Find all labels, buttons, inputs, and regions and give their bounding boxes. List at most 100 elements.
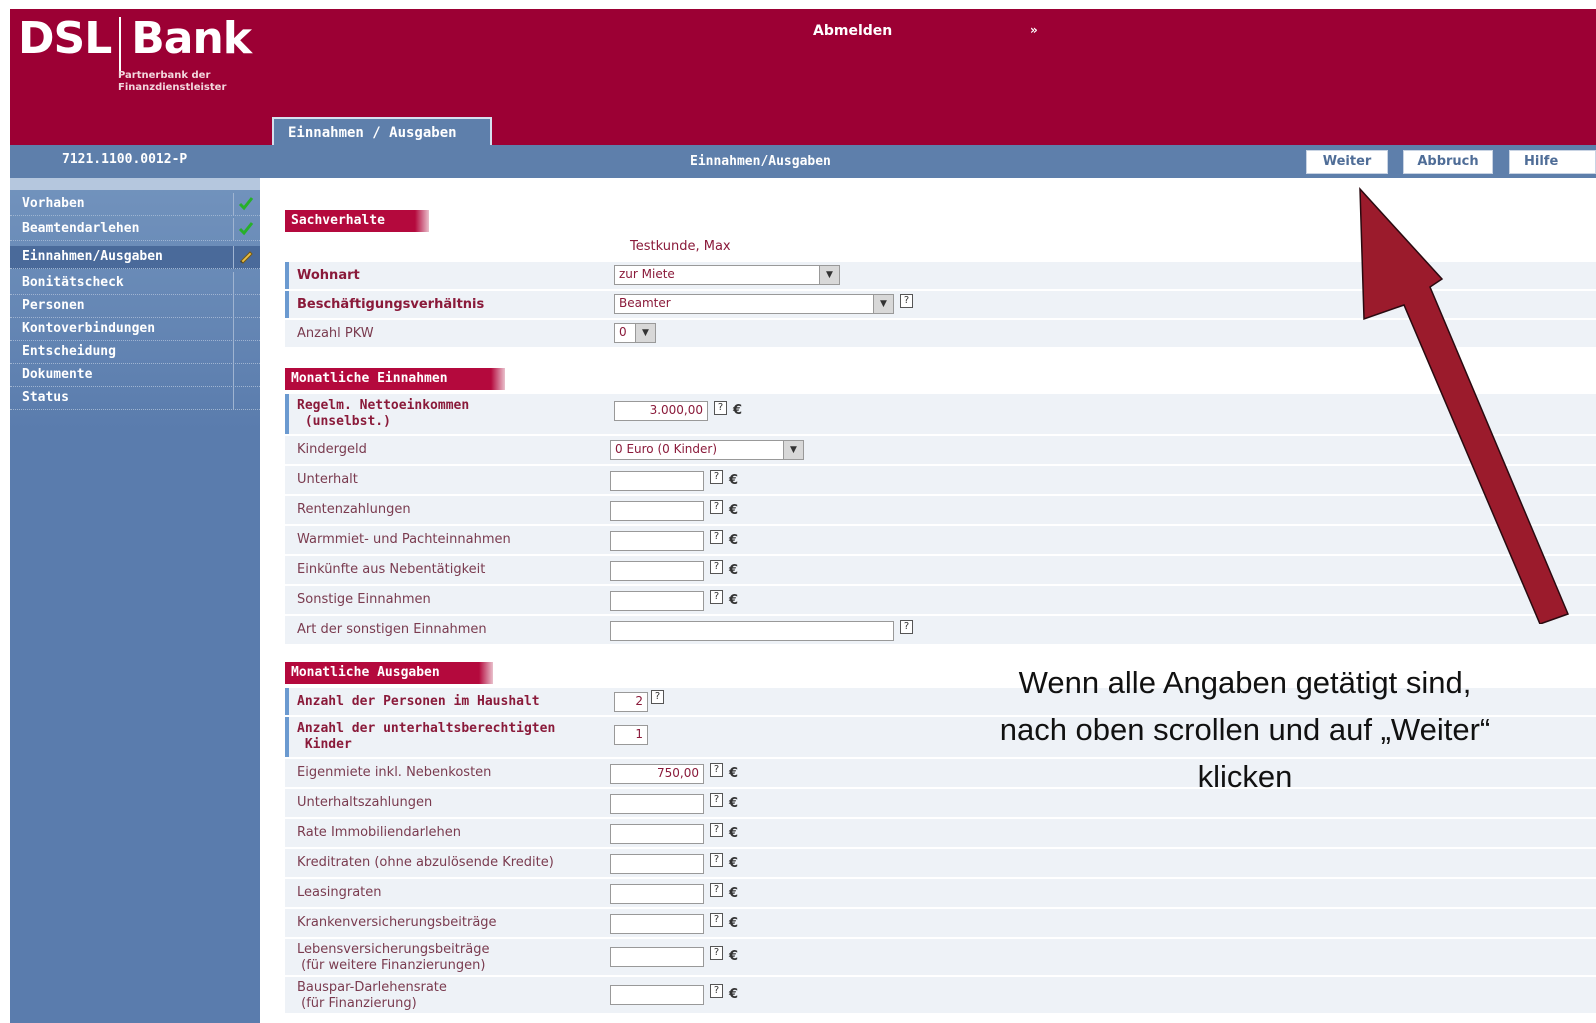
help-icon[interactable]: ? [710, 590, 723, 604]
kranken-label: Krankenversicherungsbeiträge [297, 915, 497, 930]
neben-label: Einkünfte aus Nebentätigkeit [297, 562, 486, 577]
help-icon[interactable]: ? [710, 946, 723, 960]
netto-input[interactable]: 3.000,00 [614, 401, 708, 421]
euro-sign: € [729, 593, 739, 608]
unterhaltszahlungen-input[interactable] [610, 794, 704, 814]
pkw-select[interactable]: 0 ▼ [614, 323, 656, 343]
euro-sign: € [729, 796, 739, 811]
sonstige-input[interactable] [610, 591, 704, 611]
euro-sign: € [729, 766, 739, 781]
double-arrow-icon[interactable]: » [1030, 23, 1038, 37]
help-icon[interactable]: ? [710, 823, 723, 837]
personen-input[interactable]: 2 [614, 692, 648, 712]
annotation-line-2: nach oben scrollen und auf „Weiter“ [999, 712, 1491, 747]
form-row-rate: Rate Immobiliendarlehen ? € [285, 819, 1596, 847]
kinder-input[interactable]: 1 [614, 725, 648, 745]
hilfe-button[interactable]: Hilfe [1509, 150, 1596, 174]
eigenmiete-label: Eigenmiete inkl. Nebenkosten [297, 765, 492, 780]
pencil-icon [240, 251, 253, 264]
bauspar-input[interactable] [610, 985, 704, 1005]
beschaeftigung-label: Beschäftigungsverhältnis [297, 297, 485, 312]
personen-label: Anzahl der Personen im Haushalt [297, 694, 540, 709]
help-icon[interactable]: ? [900, 620, 913, 634]
help-icon[interactable]: ? [710, 500, 723, 514]
kranken-input[interactable] [610, 914, 704, 934]
chevron-down-icon: ▼ [819, 266, 839, 284]
help-icon[interactable]: ? [900, 294, 913, 308]
sidebar-item-label: Entscheidung [22, 344, 116, 359]
help-icon[interactable]: ? [710, 913, 723, 927]
euro-sign: € [729, 533, 739, 548]
logo-text-dsl: DSL [18, 13, 112, 64]
sidebar-item-label: Bonitätscheck [22, 275, 124, 290]
euro-sign: € [729, 856, 739, 871]
euro-sign: € [733, 403, 743, 418]
euro-sign: € [729, 563, 739, 578]
help-icon[interactable]: ? [710, 984, 723, 998]
help-icon[interactable]: ? [710, 560, 723, 574]
sidebar-item-vorhaben[interactable]: Vorhaben [10, 193, 260, 216]
annotation-text: Wenn alle Angaben getätigt sind, nach ob… [950, 659, 1540, 800]
kredit-input[interactable] [610, 854, 704, 874]
sidebar-item-dokumente[interactable]: Dokumente [10, 364, 260, 387]
help-icon[interactable]: ? [710, 763, 723, 777]
help-icon[interactable]: ? [651, 690, 664, 704]
sidebar-item-label: Vorhaben [22, 196, 85, 211]
annotation-line-1: Wenn alle Angaben getätigt sind, [1018, 665, 1472, 700]
unterhaltszahlungen-label: Unterhaltszahlungen [297, 795, 433, 810]
app-window: DSL Bank Partnerbank der Finanzdienstlei… [10, 9, 1596, 1023]
art-input[interactable] [610, 621, 894, 641]
form-row-leben: Lebensversicherungsbeiträge (für weitere… [285, 939, 1596, 975]
warmmiet-input[interactable] [610, 531, 704, 551]
sidebar-item-bonitaetscheck[interactable]: Bonitätscheck [10, 272, 260, 295]
sidebar-item-entscheidung[interactable]: Entscheidung [10, 341, 260, 364]
help-icon[interactable]: ? [710, 883, 723, 897]
sidebar: Vorhaben Beamtendarlehen Einnahmen/Ausga… [10, 178, 260, 1023]
sidebar-item-einnahmen-ausgaben[interactable]: Einnahmen/Ausgaben [10, 246, 260, 269]
sidebar-item-kontoverbindungen[interactable]: Kontoverbindungen [10, 318, 260, 341]
title-bar: 7121.1100.0012-P Einnahmen/Ausgaben Weit… [10, 145, 1596, 178]
beschaeftigung-select[interactable]: Beamter ▼ [614, 294, 894, 314]
logo-subtitle-1: Partnerbank der [118, 70, 211, 81]
form-row-bauspar: Bauspar-Darlehensrate (für Finanzierung)… [285, 977, 1596, 1013]
sidebar-item-label: Einnahmen/Ausgaben [22, 249, 163, 264]
eigenmiete-input[interactable]: 750,00 [610, 764, 704, 784]
tab-einnahmen-ausgaben[interactable]: Einnahmen / Ausgaben [272, 117, 492, 147]
help-icon[interactable]: ? [710, 853, 723, 867]
renten-input[interactable] [610, 501, 704, 521]
leben-input[interactable] [610, 947, 704, 967]
kindergeld-select[interactable]: 0 Euro (0 Kinder) ▼ [610, 440, 804, 460]
weiter-button[interactable]: Weiter [1306, 150, 1388, 174]
help-icon[interactable]: ? [710, 530, 723, 544]
rate-input[interactable] [610, 824, 704, 844]
section-header-ausgaben: Monatliche Ausgaben [285, 662, 493, 684]
neben-input[interactable] [610, 561, 704, 581]
netto-label: Regelm. Nettoeinkommen (unselbst.) [297, 398, 470, 429]
logo-subtitle-2: Finanzdienstleister [118, 82, 227, 93]
renten-label: Rentenzahlungen [297, 502, 411, 517]
warmmiet-label: Warmmiet- und Pachteinnahmen [297, 532, 511, 547]
euro-sign: € [729, 473, 739, 488]
help-icon[interactable]: ? [714, 401, 727, 415]
sidebar-item-label: Kontoverbindungen [22, 321, 156, 336]
abbruch-button[interactable]: Abbruch [1403, 150, 1493, 174]
unterhalt-label: Unterhalt [297, 472, 358, 487]
leasing-input[interactable] [610, 884, 704, 904]
help-icon[interactable]: ? [710, 470, 723, 484]
form-row-kredit: Kreditraten (ohne abzulösende Kredite) ?… [285, 849, 1596, 877]
customer-name: Testkunde, Max [630, 239, 731, 254]
art-label: Art der sonstigen Einnahmen [297, 622, 487, 637]
unterhalt-input[interactable] [610, 471, 704, 491]
help-icon[interactable]: ? [710, 793, 723, 807]
sidebar-item-status[interactable]: Status [10, 387, 260, 410]
sidebar-item-beamtendarlehen[interactable]: Beamtendarlehen [10, 218, 260, 241]
chevron-down-icon: ▼ [783, 441, 803, 459]
sidebar-item-personen[interactable]: Personen [10, 295, 260, 318]
kredit-label: Kreditraten (ohne abzulösende Kredite) [297, 855, 554, 870]
sidebar-item-label: Status [22, 390, 69, 405]
sonstige-label: Sonstige Einnahmen [297, 592, 431, 607]
leben-label: Lebensversicherungsbeiträge (für weitere… [297, 942, 490, 973]
wohnart-select[interactable]: zur Miete ▼ [614, 265, 840, 285]
logout-link[interactable]: Abmelden [813, 23, 892, 39]
euro-sign: € [729, 987, 739, 1002]
